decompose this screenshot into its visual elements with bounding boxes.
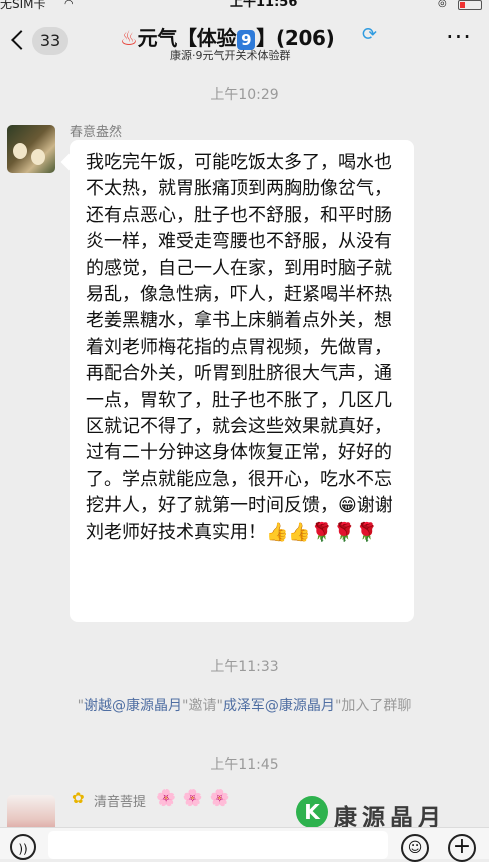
sender-avatar[interactable] [7, 125, 55, 173]
chat-subtitle: 康源·9元气开关术体验群 [170, 49, 291, 62]
message-input[interactable] [48, 831, 388, 859]
sender-name: 清音菩提 [94, 795, 147, 810]
watermark-logo: K [296, 796, 328, 828]
chat-header: 33 ♨元气【体验 9 】(206) ⟳ 康源·9元气开关术体验群 ··· [0, 16, 489, 70]
sunflower-icon: ✿ [72, 789, 85, 807]
carrier-label: 无SIM卡 [0, 0, 46, 11]
more-options-icon[interactable]: ··· [446, 25, 472, 49]
message-text: 我吃完午饭，可能吃饭太多了，喝水也不太热，就胃胀痛顶到两胸肋像岔气，还有点恶心，… [86, 152, 393, 543]
sender-name: 春意盎然 [70, 125, 123, 140]
unread-count-badge[interactable]: 33 [32, 27, 68, 55]
input-bar: )) ☺ + [0, 827, 489, 862]
message-timestamp: 上午11:45 [210, 757, 279, 773]
hot-spring-icon: ♨ [120, 26, 138, 50]
clock: 上午11:56 [230, 0, 298, 10]
wifi-icon: ◠ [64, 0, 74, 10]
notice-mid: "邀请" [182, 698, 223, 714]
sender-name-emojis: 🌸🌸🌸 [156, 788, 237, 807]
group-chat-icon: ⟳ [362, 24, 378, 45]
battery-icon [458, 0, 482, 10]
notice-tail: "加入了群聊 [334, 698, 412, 714]
status-bar: 无SIM卡 ◠ 上午11:56 ◎ [0, 0, 489, 16]
invitee-link[interactable]: 成泽军@康源晶月 [223, 698, 335, 714]
back-chevron-icon[interactable] [11, 30, 31, 50]
voice-input-icon[interactable]: )) [10, 834, 36, 860]
message-bubble[interactable]: 我吃完午饭，可能吃饭太多了，喝水也不太热，就胃胀痛顶到两胸肋像岔气，还有点恶心，… [70, 140, 414, 622]
rotation-lock-icon: ◎ [438, 0, 447, 9]
system-join-notice: "谢越@康源晶月"邀请"成泽军@康源晶月"加入了群聊 [0, 695, 489, 715]
avatar-figure [31, 149, 45, 165]
avatar-figure [13, 143, 27, 159]
message-timestamp: 上午11:33 [210, 659, 279, 675]
message-timestamp: 上午10:29 [210, 87, 279, 103]
inviter-link[interactable]: 谢越@康源晶月 [84, 698, 182, 714]
